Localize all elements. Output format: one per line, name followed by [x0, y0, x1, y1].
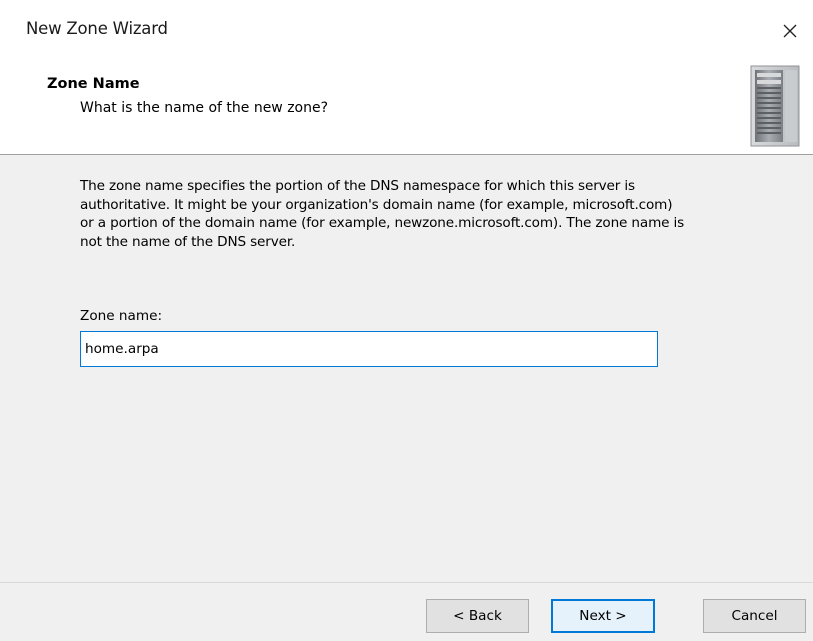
- zone-description: The zone name specifies the portion of t…: [80, 177, 800, 251]
- close-icon: [783, 24, 797, 38]
- cancel-button[interactable]: Cancel: [703, 599, 806, 633]
- page-title: Zone Name: [47, 76, 140, 92]
- page-subtitle: What is the name of the new zone?: [80, 100, 329, 116]
- wizard-footer: < Back Next > Cancel: [0, 583, 813, 641]
- close-button[interactable]: [767, 8, 813, 54]
- zone-name-label: Zone name:: [80, 308, 163, 324]
- description-line: The zone name specifies the portion of t…: [80, 178, 635, 194]
- title-bar: New Zone Wizard: [0, 0, 813, 60]
- description-line: not the name of the DNS server.: [80, 233, 296, 250]
- window-title: New Zone Wizard: [26, 19, 168, 38]
- next-button[interactable]: Next >: [551, 599, 655, 633]
- wizard-header: Zone Name What is the name of the new zo…: [0, 60, 813, 155]
- description-line: or a portion of the domain name (for exa…: [80, 215, 685, 231]
- description-line: authoritative. It might be your organiza…: [80, 196, 673, 213]
- zone-name-input[interactable]: [80, 331, 658, 367]
- new-zone-wizard-window: New Zone Wizard Zone Name What is the na…: [0, 0, 813, 641]
- back-button[interactable]: < Back: [426, 599, 529, 633]
- server-icon: [750, 65, 800, 147]
- wizard-body: The zone name specifies the portion of t…: [0, 155, 813, 601]
